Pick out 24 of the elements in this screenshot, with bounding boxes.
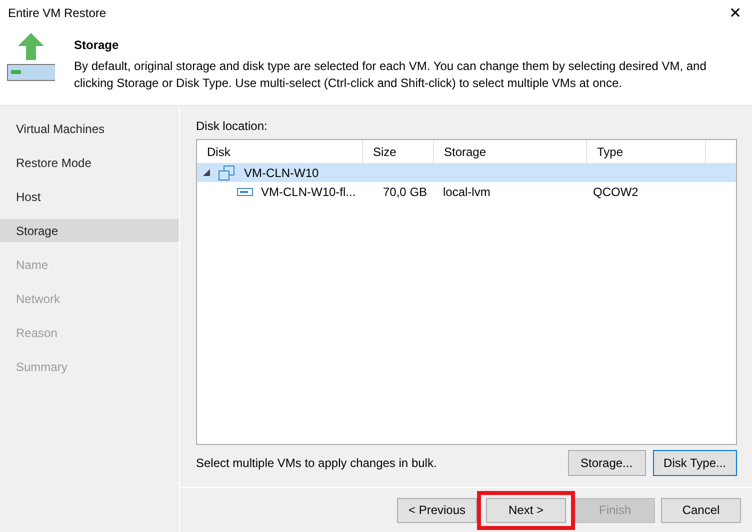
wizard-step[interactable]: Storage — [0, 219, 179, 242]
vm-icon — [218, 164, 236, 180]
size-cell-text: 70,0 GB — [382, 184, 428, 200]
dialog-button[interactable]: Storage... — [568, 450, 646, 476]
step-description: By default, original storage and disk type are selected for each VM. You can change them by selecting desired VM, and clicking Storage or Disk Type. Use multi-select (Ctrl-click and Shift-click) to select multiple VMs at once. — [74, 58, 708, 92]
wizard-button[interactable]: Cancel — [661, 498, 741, 522]
type-cell-text: QCOW2 — [592, 184, 640, 200]
wizard-button[interactable]: Next > — [486, 498, 566, 522]
restore-arrow-icon — [7, 33, 55, 81]
wizard-button[interactable]: < Previous — [397, 498, 477, 522]
wizard-step[interactable]: Host — [0, 185, 179, 208]
disk-name: VM-CLN-W10-fl... — [261, 184, 356, 200]
wizard-step[interactable]: Restore Mode — [0, 151, 179, 174]
close-button[interactable]: ✕ — [729, 6, 742, 20]
bulk-hint: Select multiple VMs to apply changes in bulk. — [196, 455, 438, 472]
window-title: Entire VM Restore — [8, 5, 106, 22]
storage-cell-text: local-lvm — [442, 184, 492, 200]
wizard-step[interactable]: Virtual Machines — [0, 117, 179, 140]
disk-name: VM-CLN-W10 — [244, 164, 319, 182]
step-title: Storage — [74, 37, 120, 54]
disk-location-label: Disk location: — [196, 118, 268, 135]
dialog-button[interactable]: Disk Type... — [652, 450, 737, 476]
expand-icon[interactable] — [203, 169, 210, 176]
table-row[interactable]: VM-CLN-W10 — [197, 163, 736, 182]
